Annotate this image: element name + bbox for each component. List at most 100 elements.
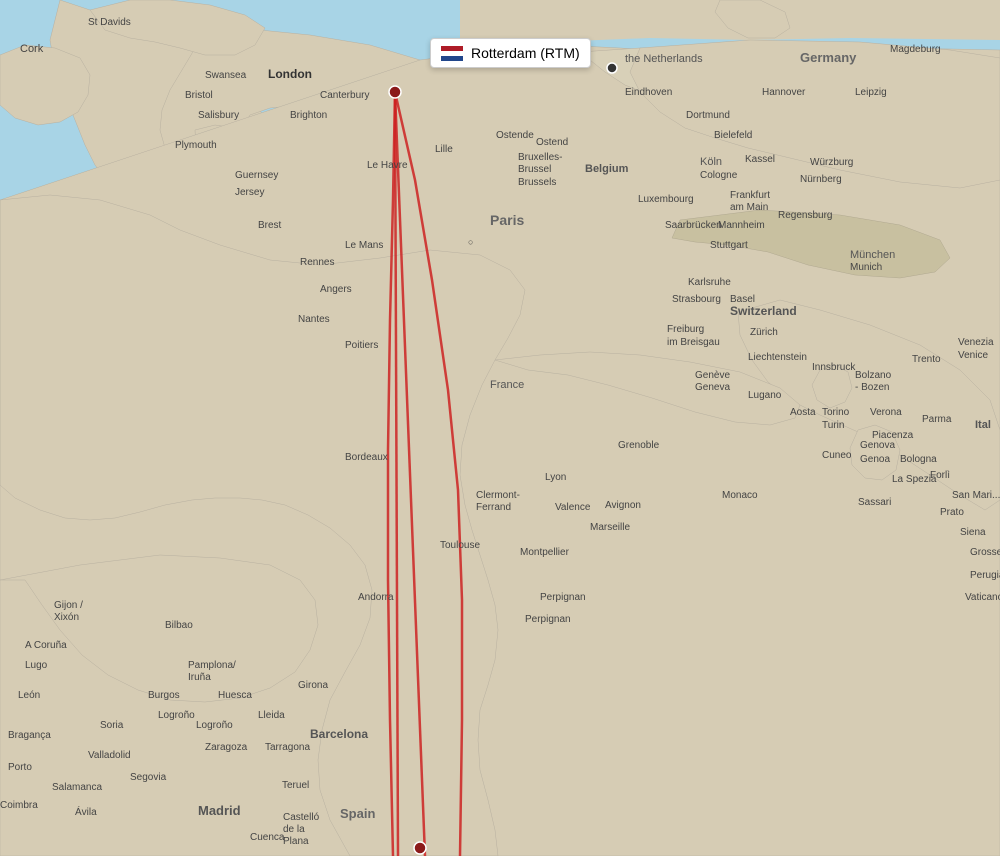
svg-text:Cuneo: Cuneo [822,450,852,461]
svg-text:Eindhoven: Eindhoven [625,87,672,98]
svg-text:León: León [18,690,40,701]
svg-text:Valence: Valence [555,502,591,513]
svg-text:Iruña: Iruña [188,672,211,683]
svg-text:Aosta: Aosta [790,407,816,418]
svg-text:Liechtenstein: Liechtenstein [748,352,807,363]
map-container: Cork St Davids Swansea Bristol Salisbury… [0,0,1000,856]
svg-text:Gijon /: Gijon / [54,600,83,611]
svg-text:Lugano: Lugano [748,390,782,401]
svg-text:Grenoble: Grenoble [618,440,660,451]
svg-text:Torino: Torino [822,407,850,418]
svg-text:Spain: Spain [340,806,375,821]
svg-text:Salamanca: Salamanca [52,782,102,793]
svg-text:München: München [850,249,895,261]
rotterdam-tooltip: Rotterdam (RTM) [430,38,591,68]
svg-text:Xixón: Xixón [54,612,79,623]
svg-text:Poitiers: Poitiers [345,340,378,351]
svg-text:Montpellier: Montpellier [520,547,570,558]
svg-text:Clermont-: Clermont- [476,490,520,501]
svg-text:Teruel: Teruel [282,780,309,791]
svg-text:Siena: Siena [960,527,986,538]
svg-text:Ferrand: Ferrand [476,502,511,513]
svg-text:Bragança: Bragança [8,730,51,741]
svg-text:Freiburg: Freiburg [667,324,704,335]
svg-text:Cuenca: Cuenca [250,832,285,843]
svg-text:Regensburg: Regensburg [778,210,832,221]
svg-text:Toulouse: Toulouse [440,540,480,551]
svg-text:Valladolid: Valladolid [88,750,131,761]
svg-text:St Davids: St Davids [88,17,131,28]
svg-text:Frankfurt: Frankfurt [730,190,770,201]
svg-text:Plana: Plana [283,836,309,847]
svg-text:Zürich: Zürich [750,327,778,338]
svg-text:Lille: Lille [435,144,453,155]
svg-text:Germany: Germany [800,50,857,65]
svg-text:Lleida: Lleida [258,710,285,721]
svg-text:Luxembourg: Luxembourg [638,194,694,205]
svg-text:Burgos: Burgos [148,690,180,701]
svg-text:Canterbury: Canterbury [320,90,369,101]
svg-text:Rennes: Rennes [300,257,334,268]
svg-text:Bruxelles-: Bruxelles- [518,152,562,163]
svg-text:Zaragoza: Zaragoza [205,742,248,753]
svg-text:Brussel: Brussel [518,164,551,175]
svg-text:Bologna: Bologna [900,454,937,465]
svg-text:Le Havre: Le Havre [367,160,408,171]
svg-text:Strasbourg: Strasbourg [672,294,721,305]
svg-text:am Main: am Main [730,202,768,213]
svg-text:Swansea: Swansea [205,70,247,81]
svg-text:Verona: Verona [870,407,902,418]
svg-text:Trento: Trento [912,354,941,365]
svg-text:Perpignan: Perpignan [540,592,586,603]
svg-text:Cologne: Cologne [700,170,738,181]
svg-text:Ostend: Ostend [536,137,568,148]
svg-text:Andorra: Andorra [358,592,394,603]
svg-text:Genoa: Genoa [860,454,890,465]
svg-text:Magdeburg: Magdeburg [890,44,941,55]
netherlands-flag-icon [441,46,463,61]
svg-text:Sassari: Sassari [858,497,891,508]
svg-text:London: London [268,67,312,81]
svg-text:Barcelona: Barcelona [310,727,368,741]
svg-text:Pamplona/: Pamplona/ [188,660,236,671]
svg-text:Monaco: Monaco [722,490,758,501]
svg-text:Grosseto: Grosseto [970,547,1000,558]
svg-text:the Netherlands: the Netherlands [625,53,703,65]
svg-text:Girona: Girona [298,680,328,691]
svg-text:- Bozen: - Bozen [855,382,889,393]
svg-text:Jersey: Jersey [235,187,264,198]
svg-text:Marseille: Marseille [590,522,630,533]
svg-text:Bordeaux: Bordeaux [345,452,388,463]
svg-text:de la: de la [283,824,305,835]
svg-text:Plymouth: Plymouth [175,140,217,151]
map-svg: Cork St Davids Swansea Bristol Salisbury… [0,0,1000,856]
svg-text:Innsbruck: Innsbruck [812,362,856,373]
svg-text:A Coruña: A Coruña [25,640,67,651]
svg-text:Paris: Paris [490,212,524,228]
svg-text:Stuttgart: Stuttgart [710,240,748,251]
svg-text:Brussels: Brussels [518,177,556,188]
svg-text:Karlsruhe: Karlsruhe [688,277,731,288]
svg-text:Saarbrücken: Saarbrücken [665,220,722,231]
svg-text:Brighton: Brighton [290,110,327,121]
svg-text:Mannheim: Mannheim [718,220,765,231]
svg-text:Bilbao: Bilbao [165,620,193,631]
svg-text:Nantes: Nantes [298,314,330,325]
svg-text:Logroño: Logroño [196,720,233,731]
svg-text:Bolzano: Bolzano [855,370,892,381]
svg-text:Salisbury: Salisbury [198,110,239,121]
svg-text:Ostende: Ostende [496,130,534,141]
svg-text:Bielefeld: Bielefeld [714,130,752,141]
svg-text:Madrid: Madrid [198,803,241,818]
svg-text:Genève: Genève [695,370,730,381]
svg-text:Köln: Köln [700,156,722,168]
svg-text:Prato: Prato [940,507,964,518]
svg-text:Segovia: Segovia [130,772,167,783]
svg-text:Guernsey: Guernsey [235,170,278,181]
svg-text:Tarragona: Tarragona [265,742,310,753]
svg-text:Avignon: Avignon [605,500,641,511]
svg-text:Kassel: Kassel [745,154,775,165]
svg-text:Le Mans: Le Mans [345,240,383,251]
svg-text:Genova: Genova [860,440,895,451]
svg-text:La Spezia: La Spezia [892,474,937,485]
